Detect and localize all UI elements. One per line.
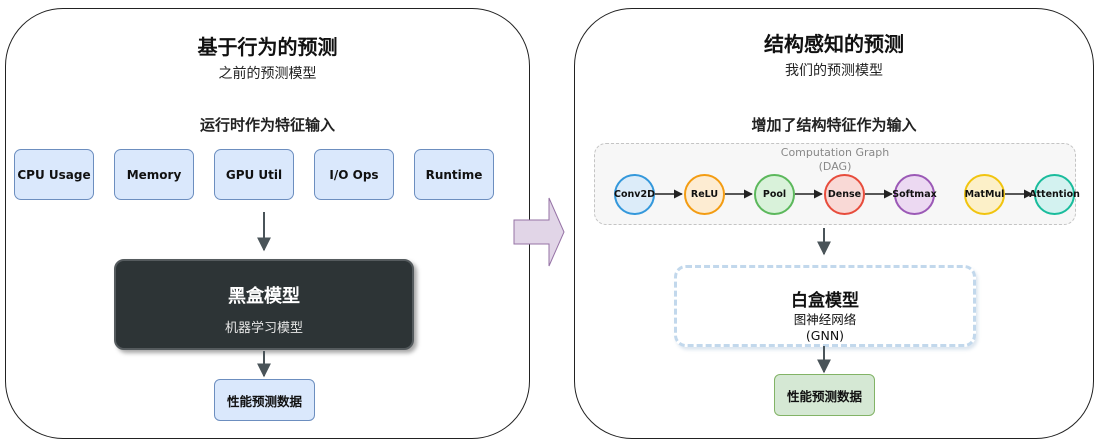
diagram-canvas: 基于行为的预测 之前的预测模型 运行时作为特征输入 CPU Usage Memo… [0, 0, 1101, 447]
connector-layer [257, 189, 1033, 378]
transition-arrow [513, 197, 565, 267]
